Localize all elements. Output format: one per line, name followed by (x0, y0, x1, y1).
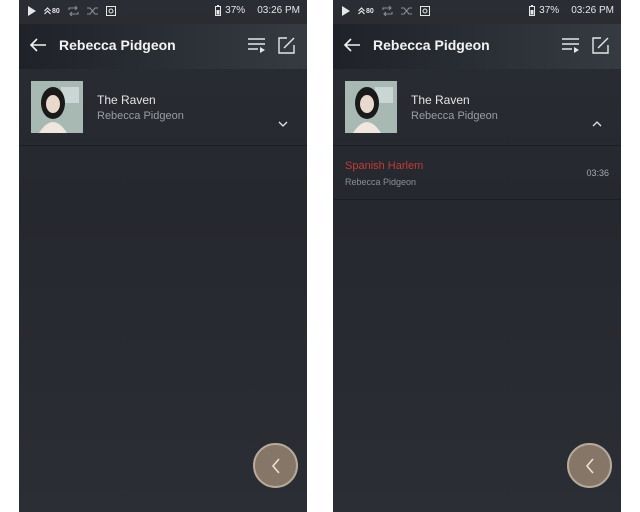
chevron-up-icon[interactable] (592, 121, 602, 127)
track-duration: 03:36 (586, 168, 609, 178)
album-row[interactable]: The Raven Rebecca Pidgeon (19, 69, 307, 146)
chevron-left-icon (271, 457, 280, 474)
queue-icon[interactable] (562, 37, 580, 54)
edit-icon[interactable] (278, 37, 295, 54)
shuffle-icon (400, 7, 412, 15)
track-artist: Rebecca Pidgeon (345, 177, 417, 187)
back-arrow-icon[interactable] (343, 37, 361, 53)
hi-res-label: 80 (366, 7, 374, 15)
shuffle-icon (86, 7, 98, 15)
clock: 03:26 PM (257, 5, 300, 16)
clock: 03:26 PM (571, 5, 614, 16)
status-bar: 80 37% 03:26 PM (19, 0, 307, 24)
back-fab-button[interactable] (253, 443, 298, 488)
app-bar: Rebecca Pidgeon (333, 24, 621, 69)
album-artist: Rebecca Pidgeon (97, 110, 184, 122)
battery-icon (529, 5, 536, 16)
album-artist: Rebecca Pidgeon (411, 110, 498, 122)
status-bar: 80 37% 03:26 PM (333, 0, 621, 24)
eq-icon (105, 6, 116, 16)
track-title: Spanish Harlem (345, 160, 424, 172)
chevron-down-icon[interactable] (278, 121, 288, 127)
hi-res-label: 80 (52, 7, 60, 15)
hi-res-icon (44, 7, 51, 15)
track-row[interactable]: Spanish Harlem Rebecca Pidgeon 03:36 (333, 146, 621, 200)
app-bar: Rebecca Pidgeon (19, 24, 307, 69)
screen-expanded: 80 37% 03:26 PM Rebecca Pidgeon The Rave… (333, 0, 621, 512)
album-title: The Raven (97, 93, 156, 107)
edit-icon[interactable] (592, 37, 609, 54)
album-title: The Raven (411, 93, 470, 107)
battery-percent: 37% (539, 5, 560, 16)
battery-percent: 37% (225, 5, 246, 16)
play-status-icon (28, 6, 36, 16)
back-arrow-icon[interactable] (29, 37, 47, 53)
battery-icon (215, 5, 222, 16)
screen-collapsed: 80 37% 03:26 PM Rebecca Pidgeon The Rave… (19, 0, 307, 512)
page-title: Rebecca Pidgeon (59, 37, 176, 53)
play-status-icon (342, 6, 350, 16)
eq-icon (419, 6, 430, 16)
album-art (31, 81, 83, 133)
page-title: Rebecca Pidgeon (373, 37, 490, 53)
repeat-icon (382, 6, 393, 16)
queue-icon[interactable] (248, 37, 266, 54)
album-art (345, 81, 397, 133)
back-fab-button[interactable] (567, 443, 612, 488)
chevron-left-icon (585, 457, 594, 474)
repeat-icon (68, 6, 79, 16)
album-row[interactable]: The Raven Rebecca Pidgeon (333, 69, 621, 146)
hi-res-icon (358, 7, 365, 15)
